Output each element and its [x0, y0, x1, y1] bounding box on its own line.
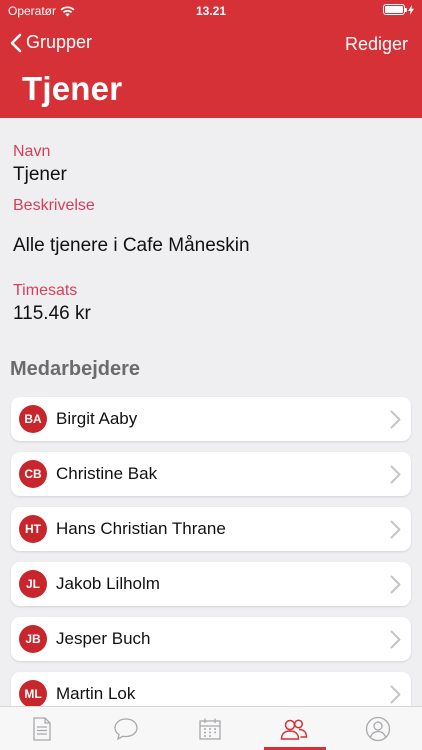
document-icon	[33, 717, 51, 741]
chevron-right-icon	[390, 630, 401, 649]
employee-row[interactable]: BA Birgit Aaby	[11, 397, 411, 441]
chevron-right-icon	[390, 465, 401, 484]
employee-name: Martin Lok	[56, 684, 136, 703]
clock: 13.21	[195, 4, 227, 18]
chevron-right-icon	[390, 685, 401, 704]
name-label: Navn	[13, 143, 51, 160]
chat-bubble-icon	[114, 718, 138, 741]
tab-messages[interactable]	[84, 707, 168, 750]
employees-section-title: Medarbejdere	[10, 358, 141, 380]
battery-indicator	[383, 4, 414, 15]
employee-name: Jesper Buch	[56, 629, 151, 648]
tab-calendar[interactable]	[168, 707, 252, 750]
avatar: BA	[19, 405, 47, 433]
tab-documents[interactable]	[0, 707, 84, 750]
description-value: Alle tjenere i Cafe Måneskin	[13, 235, 250, 256]
description-label: Beskrivelse	[13, 197, 95, 214]
chevron-right-icon	[390, 520, 401, 539]
battery-icon	[383, 4, 407, 15]
profile-icon	[365, 716, 391, 742]
employee-name: Christine Bak	[56, 464, 158, 483]
employee-row[interactable]: JL Jakob Lilholm	[11, 562, 411, 606]
charging-icon	[408, 4, 414, 15]
calendar-icon	[199, 718, 221, 740]
edit-button[interactable]: Rediger	[345, 34, 408, 55]
page-title: Tjener	[22, 70, 123, 107]
navigation-bar: Grupper Rediger	[0, 28, 422, 60]
back-button[interactable]: Grupper	[10, 32, 92, 53]
employee-name: Birgit Aaby	[56, 409, 138, 428]
tab-groups[interactable]	[252, 707, 336, 750]
tab-bar	[0, 706, 422, 750]
employee-row[interactable]: HT Hans Christian Thrane	[11, 507, 411, 551]
avatar: JL	[19, 570, 47, 598]
back-label: Grupper	[26, 32, 93, 52]
employee-list: BA Birgit Aaby CB Christine Bak HT Hans …	[11, 397, 411, 727]
tab-profile[interactable]	[336, 707, 420, 750]
avatar: CB	[19, 460, 47, 488]
status-bar: Operatør 13.21	[0, 0, 422, 22]
employee-row[interactable]: CB Christine Bak	[11, 452, 411, 496]
rate-label: Timesats	[13, 282, 78, 299]
chevron-left-icon	[10, 33, 22, 52]
name-value: Tjener	[13, 164, 67, 185]
people-icon	[280, 719, 308, 740]
employee-row[interactable]: JB Jesper Buch	[11, 617, 411, 661]
avatar: HT	[19, 515, 47, 543]
rate-value: 115.46 kr	[13, 303, 91, 324]
chevron-right-icon	[390, 410, 401, 429]
avatar: JB	[19, 625, 47, 653]
employee-name: Hans Christian Thrane	[56, 519, 226, 538]
chevron-right-icon	[390, 575, 401, 594]
header: Operatør 13.21 Grupper Rediger Tjener	[0, 0, 422, 118]
avatar: ML	[19, 680, 47, 708]
battery-fill	[385, 6, 403, 13]
employee-name: Jakob Lilholm	[56, 574, 160, 593]
